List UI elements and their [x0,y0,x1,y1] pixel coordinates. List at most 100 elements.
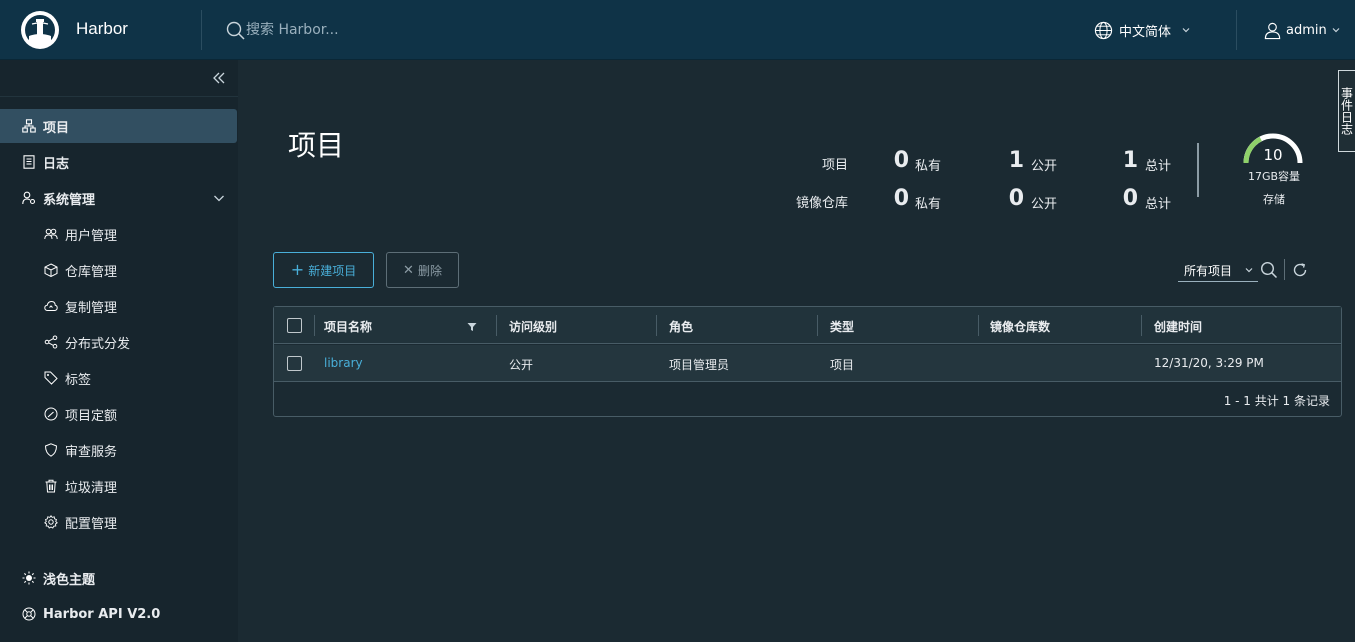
sidebar-item-scanners[interactable]: 审查服务 [0,433,237,467]
app-title[interactable]: Harbor [76,19,128,39]
top-header: Harbor 中文简体 admin [0,0,1355,60]
gear-icon [44,515,58,529]
trash-icon [45,479,57,493]
search-input[interactable] [246,18,546,42]
search-icon[interactable] [1260,261,1278,279]
tag-icon [44,371,58,385]
user-menu[interactable]: admin [1263,19,1341,41]
collapse-sidebar-icon[interactable] [210,69,228,87]
stat-unit-public: 公开 [1031,159,1058,174]
sidebar-item-gc[interactable]: 垃圾清理 [0,469,237,503]
stat-projects-private: 0 [893,148,909,173]
sidebar-item-label: 项目 [43,120,70,136]
delete-button[interactable]: ✕ 删除 [386,252,459,288]
sidebar-item-quotas[interactable]: 项目定额 [0,397,237,431]
filter-icon[interactable] [467,322,477,332]
dashboard-icon [44,407,58,421]
column-header-type[interactable]: 类型 [830,318,854,335]
stats-divider [1197,143,1199,197]
globe-icon [1094,21,1113,39]
sidebar: 项目 日志 系统管理 用户管理 仓库管理 复制管理 分布式分发 标签 项目定额 … [0,60,238,642]
cell-role: 项目管理员 [669,358,730,372]
storage-value: 10 [1263,146,1283,164]
cloud-icon [44,300,58,311]
sidebar-item-config[interactable]: 配置管理 [0,505,237,539]
close-icon: ✕ [403,262,414,278]
logs-icon [23,155,35,169]
header-divider [201,10,202,50]
storage-label: 存储 [1263,193,1285,206]
chevron-down-icon [1332,28,1340,33]
column-header-name[interactable]: 项目名称 [324,318,372,335]
sidebar-item-projects[interactable]: 项目 [0,109,237,143]
sidebar-item-label: 审查服务 [65,444,118,460]
refresh-icon[interactable] [1291,261,1309,279]
user-name: admin [1286,22,1327,38]
search-icon[interactable] [226,21,246,41]
column-header-repo-count[interactable]: 镜像仓库数 [990,318,1050,335]
column-divider [817,315,818,336]
column-header-access[interactable]: 访问级别 [509,318,557,335]
chevron-down-icon [1245,268,1253,273]
harbor-api-link[interactable]: Harbor API V2.0 [0,597,237,631]
language-label: 中文简体 [1119,24,1172,40]
header-divider [1236,10,1237,50]
language-selector[interactable]: 中文简体 [1094,19,1191,41]
toolbar-divider [1284,259,1285,280]
new-project-button[interactable]: + 新建项目 [273,252,374,288]
column-divider [1141,315,1142,336]
column-divider [656,315,657,336]
stat-unit-public: 公开 [1031,197,1058,212]
cell-created: 12/31/20, 3:29 PM [1154,356,1264,370]
table-header: 项目名称 访问级别 角色 类型 镜像仓库数 创建时间 [274,307,1341,344]
sidebar-item-label: Harbor API V2.0 [43,606,161,622]
page-title: 项目 [288,129,345,162]
project-name-link[interactable]: library [324,356,363,370]
select-all-checkbox[interactable] [287,318,302,333]
plus-icon: + [290,260,305,279]
stat-unit-total: 总计 [1145,197,1172,212]
admin-icon [22,191,36,205]
sidebar-item-label: 垃圾清理 [65,480,118,496]
projects-icon [22,119,36,133]
sun-icon [22,571,36,585]
table-row[interactable]: library 公开 项目管理员 项目 12/31/20, 3:29 PM [274,345,1341,382]
cell-type: 项目 [830,358,855,372]
storage-capacity: 17GB容量 [1247,170,1301,183]
light-theme-toggle[interactable]: 浅色主题 [0,561,237,595]
project-filter-select[interactable]: 所有项目 [1178,259,1258,282]
delete-label: 删除 [417,263,442,278]
column-header-created[interactable]: 创建时间 [1154,318,1202,335]
api-icon [22,607,36,621]
stat-projects-total: 1 [1122,148,1138,173]
stat-label-projects: 项目 [821,158,848,173]
stat-unit-total: 总计 [1145,159,1172,174]
sidebar-item-label: 浅色主题 [43,572,96,588]
sidebar-divider [0,96,238,97]
share-icon [44,335,58,349]
sidebar-item-label: 分布式分发 [65,336,131,352]
sidebar-item-logs[interactable]: 日志 [0,145,237,179]
sidebar-item-admin[interactable]: 系统管理 [0,181,237,215]
sidebar-item-label: 项目定额 [65,408,118,424]
stat-unit-private: 私有 [915,197,942,212]
shield-icon [44,443,58,457]
stat-repos-public: 0 [1008,186,1024,211]
projects-table: 项目名称 访问级别 角色 类型 镜像仓库数 创建时间 library 公开 项目… [273,306,1342,417]
sidebar-item-labels[interactable]: 标签 [0,361,237,395]
sidebar-item-registries[interactable]: 仓库管理 [0,253,237,287]
chevron-down-icon[interactable] [212,191,226,205]
sidebar-item-distribution[interactable]: 分布式分发 [0,325,237,359]
harbor-logo-icon[interactable] [20,10,60,50]
chevron-down-icon [1182,28,1190,33]
users-icon [44,228,58,240]
event-log-tab[interactable]: 事件日志 [1338,70,1355,152]
sidebar-item-label: 仓库管理 [65,264,118,280]
pagination-summary: 1 - 1 共计 1 条记录 [1223,394,1330,408]
stat-repos-private: 0 [893,186,909,211]
row-checkbox[interactable] [287,356,302,371]
sidebar-item-users[interactable]: 用户管理 [0,217,237,251]
column-header-role[interactable]: 角色 [669,318,693,335]
sidebar-item-replications[interactable]: 复制管理 [0,289,237,323]
sidebar-item-label: 用户管理 [65,228,118,244]
